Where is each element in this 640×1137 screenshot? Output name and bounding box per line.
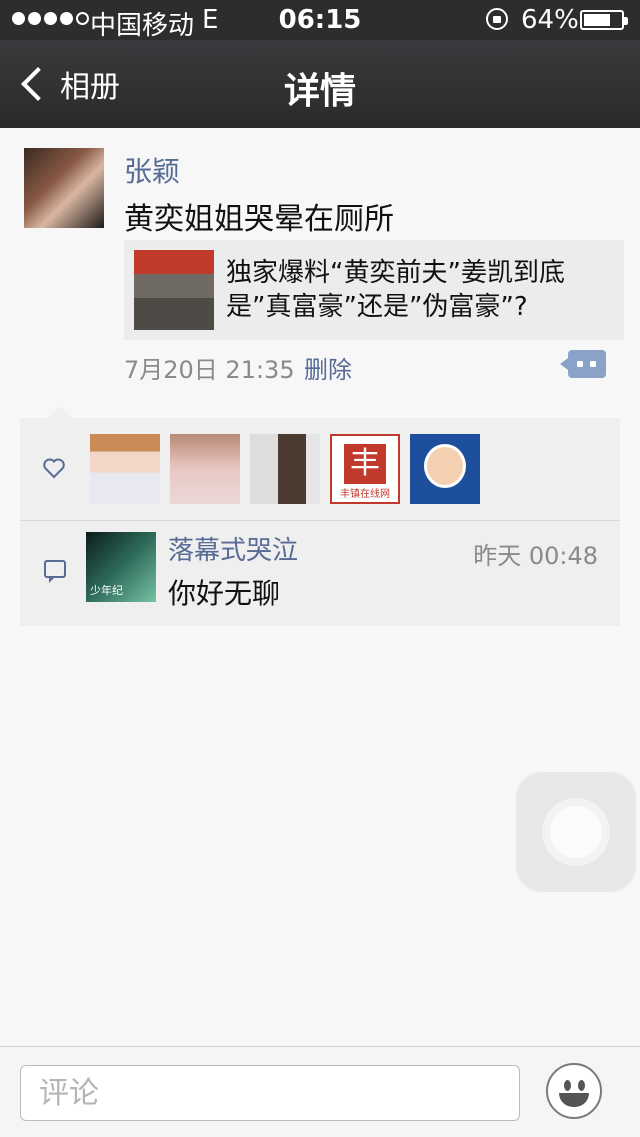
rotation-lock-icon	[486, 8, 508, 30]
navigation-bar: 相册 详情	[0, 40, 640, 128]
emoji-icon[interactable]	[546, 1063, 602, 1119]
poster-avatar[interactable]	[24, 148, 104, 228]
commenter-name[interactable]: 落幕式哭泣	[168, 530, 298, 567]
liker-avatar[interactable]	[170, 434, 240, 504]
liker-avatar[interactable]	[90, 434, 160, 504]
avatar-tag: 少年纪	[90, 584, 123, 597]
liker-logo-text: 丰镇在线网	[340, 489, 390, 500]
liker-avatar[interactable]	[250, 434, 320, 504]
likes-and-comments-panel: 丰 丰镇在线网 少年纪 落幕式哭泣 昨天 00:48 你好无聊	[20, 406, 620, 626]
link-thumbnail	[134, 250, 214, 330]
divider	[20, 520, 620, 521]
comment-input[interactable]	[20, 1065, 520, 1121]
comment-bubble-icon	[44, 560, 66, 583]
link-title: 独家爆料“黄奕前夫”姜凯到底是”真富豪”还是”伪富豪”?	[226, 258, 565, 322]
delete-button[interactable]: 删除	[304, 350, 352, 385]
poster-name[interactable]: 张颖	[124, 150, 180, 190]
comment-menu-button[interactable]	[560, 350, 606, 378]
comment-text: 你好无聊	[168, 577, 281, 610]
page-title: 详情	[283, 71, 356, 112]
battery-icon	[580, 10, 628, 30]
liker-avatar[interactable]: 丰 丰镇在线网	[330, 434, 400, 504]
comment-timestamp: 昨天 00:48	[473, 542, 598, 570]
liker-avatar[interactable]	[410, 434, 480, 504]
liker-logo-char: 丰	[344, 444, 386, 484]
battery-percent: 64%	[521, 5, 579, 35]
status-bar: 中国移动 E 06:15 64%	[0, 0, 640, 41]
comment-bar	[0, 1046, 640, 1137]
commenter-avatar[interactable]: 少年纪	[86, 532, 156, 602]
heart-icon	[43, 458, 65, 479]
post-text: 黄奕姐姐哭晕在厕所	[124, 202, 394, 237]
shared-link-card[interactable]: 独家爆料“黄奕前夫”姜凯到底是”真富豪”还是”伪富豪”?	[124, 240, 624, 340]
post-timestamp: 7月20日 21:35	[124, 356, 295, 384]
assistive-touch-button[interactable]	[516, 772, 636, 892]
